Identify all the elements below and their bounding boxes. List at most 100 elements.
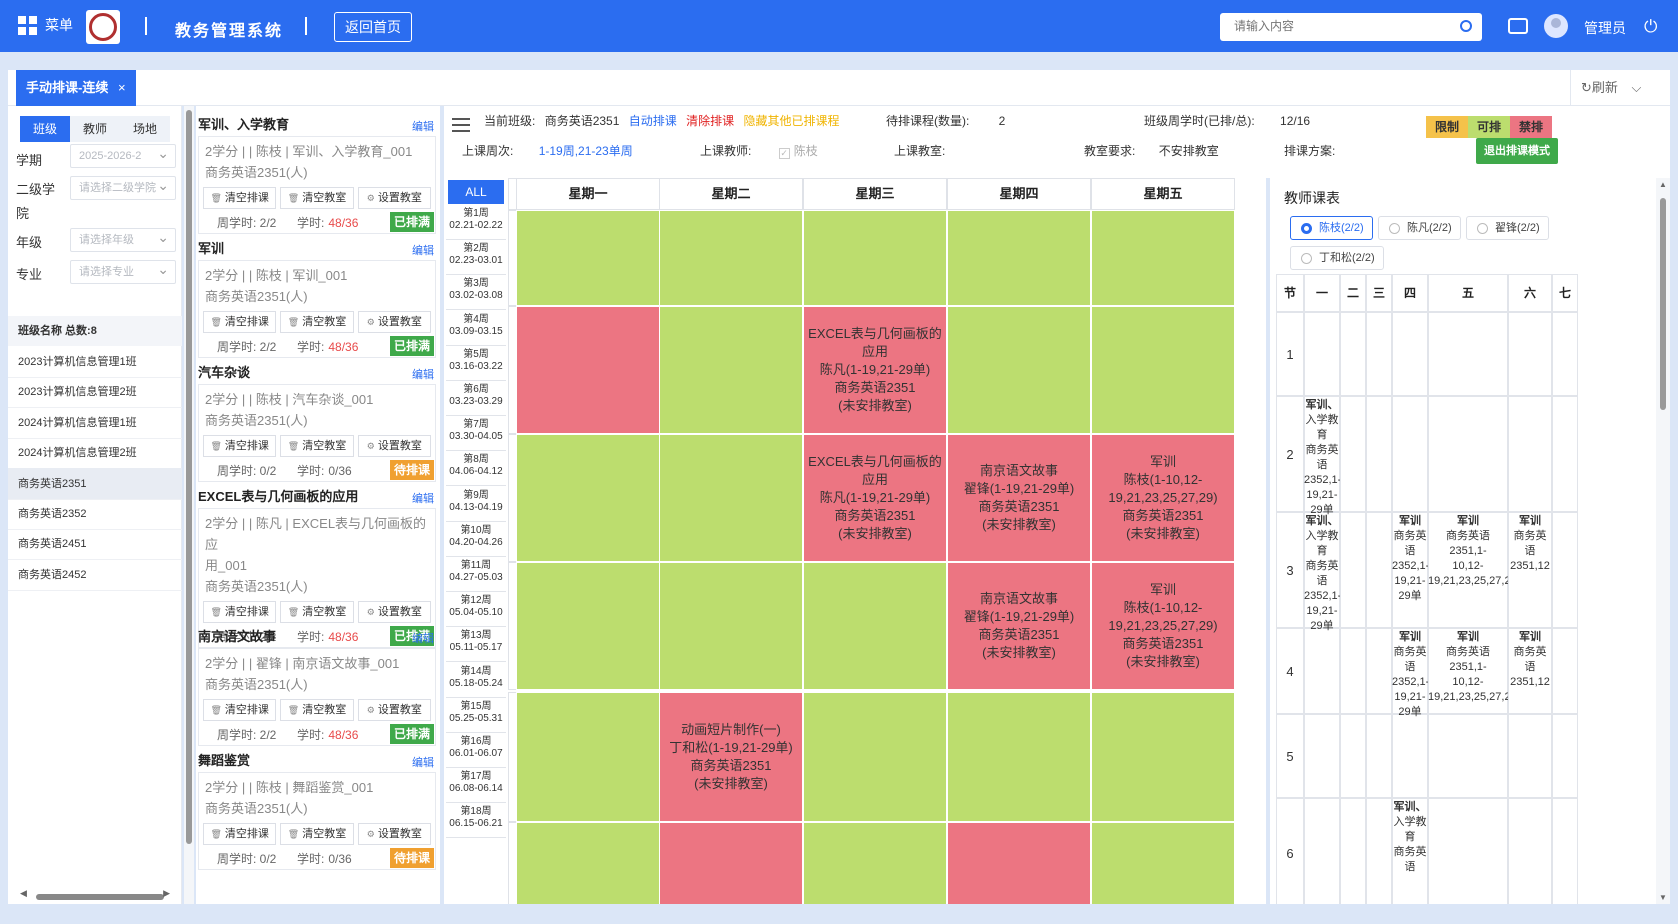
class-list-item[interactable]: 商务英语2451	[8, 528, 182, 561]
class-list-item[interactable]: 商务英语2351	[8, 467, 182, 500]
clear-room-button[interactable]: 🗑 清空教室	[280, 435, 354, 457]
teacher-table-cell[interactable]	[1428, 798, 1508, 904]
teacher-table-cell[interactable]	[1428, 714, 1508, 798]
clear-schedule-link[interactable]: 清除排课	[686, 114, 734, 128]
clear-schedule-button[interactable]: 🗑 清空排课	[203, 311, 277, 333]
teacher-radio-zhaifeng[interactable]: 翟锋(2/2)	[1466, 216, 1549, 240]
schedule-cell-blocked[interactable]	[947, 822, 1091, 904]
edit-link[interactable]: 编辑	[412, 242, 434, 258]
week-item[interactable]: 第2周 02.23-03.01	[446, 239, 506, 276]
teacher-table-cell[interactable]	[1508, 714, 1552, 798]
week-item[interactable]: 第3周 03.02-03.08	[446, 274, 506, 311]
week-item[interactable]: 第4周 03.09-03.15	[446, 310, 506, 346]
grade-select[interactable]: 请选择年级	[70, 226, 176, 252]
teacher-table-cell[interactable]	[1552, 628, 1578, 714]
schedule-cell-available[interactable]	[803, 562, 947, 690]
teacher-table-cell[interactable]	[1304, 312, 1340, 396]
week-item[interactable]: 第1周 02.21-02.22	[446, 204, 506, 240]
week-item[interactable]: 第7周 03.30-04.05	[446, 415, 506, 452]
class-list-item[interactable]: 商务英语2452	[8, 559, 182, 591]
term-select[interactable]: 2025-2026-2	[70, 142, 176, 168]
teacher-table-cell[interactable]	[1428, 312, 1508, 396]
schedule-cell-available[interactable]	[803, 692, 947, 822]
chevron-down-icon[interactable]: ⌵	[1632, 80, 1642, 95]
schedule-cell-available[interactable]	[659, 210, 803, 306]
teacher-table-cell[interactable]	[1392, 714, 1428, 798]
scroll-left-icon[interactable]: ◀	[20, 888, 27, 899]
clear-schedule-button[interactable]: 🗑 清空排课	[203, 435, 277, 457]
week-item[interactable]: 第5周 03.16-03.22	[446, 345, 506, 381]
schedule-cell-blocked[interactable]	[516, 306, 660, 434]
scrollbar-thumb[interactable]	[1660, 198, 1666, 410]
edit-link[interactable]: 编辑	[412, 366, 434, 382]
class-list-item[interactable]: 2023计算机信息管理1班	[8, 346, 182, 378]
teacher-table-cell[interactable]	[1392, 312, 1428, 396]
search-icon[interactable]	[1460, 20, 1472, 32]
schedule-cell-available[interactable]	[947, 210, 1091, 306]
teacher-schedule-entry[interactable]: 军训 商务英语2351,1- 10,12- 19,21,23,25,27,29	[1428, 514, 1508, 589]
clear-room-button[interactable]: 🗑 清空教室	[280, 823, 354, 845]
schedule-cell-available[interactable]	[1091, 822, 1235, 904]
teacher-table-cell[interactable]	[1552, 798, 1578, 904]
segment-class[interactable]: 班级	[20, 116, 70, 142]
schedule-cell-available[interactable]	[659, 306, 803, 434]
schedule-cell-available[interactable]	[947, 306, 1091, 434]
clear-room-button[interactable]: 🗑 清空教室	[280, 187, 354, 209]
class-list-item[interactable]: 2024计算机信息管理2班	[8, 437, 182, 470]
clear-room-button[interactable]: 🗑 清空教室	[280, 311, 354, 333]
tab-manual-schedule[interactable]: 手动排课-连续 ×	[16, 70, 136, 106]
schedule-cell-available[interactable]	[516, 210, 660, 306]
power-icon[interactable]: ⏻	[1644, 17, 1657, 37]
teacher-table-cell[interactable]	[1340, 312, 1366, 396]
all-weeks-button[interactable]: ALL	[448, 180, 504, 204]
edit-link[interactable]: 编辑	[412, 754, 434, 770]
avatar[interactable]	[1544, 14, 1568, 38]
week-item[interactable]: 第14周 05.18-05.24	[446, 662, 506, 698]
horizontal-scrollbar[interactable]: ◀ ▶	[20, 888, 170, 902]
teacher-table-cell[interactable]	[1508, 396, 1552, 512]
week-item[interactable]: 第6周 03.23-03.29	[446, 380, 506, 416]
schedule-cell-blocked[interactable]: EXCEL表与几何画板的应用 陈凡(1-19,21-29单) 商务英语2351 …	[803, 434, 947, 562]
weeks-value[interactable]: 1-19周,21-23单周	[539, 144, 633, 158]
teacher-table-cell[interactable]	[1366, 714, 1392, 798]
week-item[interactable]: 第10周 04.20-04.26	[446, 521, 506, 557]
week-item[interactable]: 第18周 06.15-06.21	[446, 802, 506, 839]
scrollbar-thumb[interactable]	[36, 894, 164, 900]
schedule-cell-available[interactable]	[516, 562, 660, 690]
schedule-cell-available[interactable]	[516, 822, 660, 904]
menu-button[interactable]: 菜单	[18, 15, 73, 35]
week-item[interactable]: 第11周 04.27-05.03	[446, 556, 506, 592]
edit-link[interactable]: 编辑	[412, 630, 434, 646]
major-select[interactable]: 请选择专业	[70, 258, 176, 284]
exit-schedule-mode-button[interactable]: 退出排课模式	[1476, 138, 1558, 164]
schedule-cell-available[interactable]	[803, 210, 947, 306]
clear-room-button[interactable]: 🗑 清空教室	[280, 699, 354, 721]
teacher-table-cell[interactable]	[1392, 396, 1428, 512]
class-list-item[interactable]: 2023计算机信息管理2班	[8, 376, 182, 409]
user-name[interactable]: 管理员	[1584, 18, 1626, 38]
edit-link[interactable]: 编辑	[412, 118, 434, 134]
teacher-table-cell[interactable]	[1366, 512, 1392, 628]
set-room-button[interactable]: ⚙ 设置教室	[357, 311, 431, 333]
teacher-checkbox[interactable]: ✓	[778, 148, 790, 159]
schedule-cell-available[interactable]	[659, 434, 803, 562]
teacher-radio-chenfan[interactable]: 陈凡(2/2)	[1378, 216, 1461, 240]
teacher-radio-chenzhi[interactable]: 陈枝(2/2)	[1290, 216, 1373, 240]
schedule-cell-available[interactable]	[1091, 692, 1235, 822]
set-room-button[interactable]: ⚙ 设置教室	[357, 187, 431, 209]
home-button[interactable]: 返回首页	[334, 12, 412, 42]
teacher-table-cell[interactable]	[1340, 396, 1366, 512]
teacher-table-cell[interactable]	[1552, 312, 1578, 396]
teacher-table-cell[interactable]	[1340, 512, 1366, 628]
hide-other-link[interactable]: 隐藏其他已排课程	[743, 114, 839, 128]
class-list-item[interactable]: 2024计算机信息管理1班	[8, 407, 182, 439]
set-room-button[interactable]: ⚙ 设置教室	[357, 699, 431, 721]
auto-schedule-link[interactable]: 自动排课	[629, 114, 677, 128]
teacher-schedule-entry[interactable]: 军训、 入学教育商务英语 2352,1- 19,21- 29单	[1304, 514, 1340, 634]
segment-venue[interactable]: 场地	[120, 116, 170, 142]
schedule-cell-blocked[interactable]: 动画短片制作(一) 丁和松(1-19,21-29单) 商务英语2351 (未安排…	[659, 692, 803, 822]
schedule-cell-available[interactable]	[1091, 210, 1235, 306]
teacher-schedule-entry[interactable]: 军训 商务英语 2352,1- 19,21- 29单	[1392, 514, 1428, 604]
set-room-button[interactable]: ⚙ 设置教室	[357, 435, 431, 457]
college-select[interactable]: 请选择二级学院	[70, 174, 176, 200]
